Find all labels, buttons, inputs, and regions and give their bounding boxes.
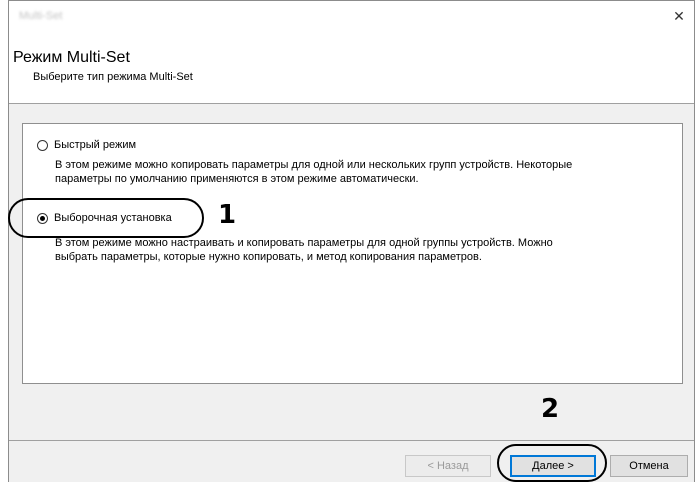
option-quick-mode-description: В этом режиме можно копировать параметры… bbox=[55, 158, 675, 186]
callout-number-2: 2 bbox=[541, 394, 560, 424]
page-subtitle: Выберите тип режима Multi-Set bbox=[33, 71, 193, 83]
description-line: В этом режиме можно копировать параметры… bbox=[55, 159, 573, 171]
close-button[interactable]: ✕ bbox=[664, 1, 694, 31]
option-quick-mode[interactable]: Быстрый режим bbox=[37, 139, 136, 151]
window-title: Multi-Set bbox=[19, 10, 63, 22]
multi-set-dialog: Multi-Set ✕ Режим Multi-Set Выберите тип… bbox=[8, 0, 695, 482]
callout-number-1: 1 bbox=[218, 200, 237, 230]
back-button[interactable]: < Назад bbox=[405, 455, 491, 477]
title-bar: Multi-Set ✕ bbox=[9, 1, 694, 33]
description-line: выбрать параметры, которые нужно копиров… bbox=[55, 251, 482, 263]
mode-options-group: Быстрый режим В этом режиме можно копиро… bbox=[22, 123, 683, 384]
description-line: В этом режиме можно настраивать и копиро… bbox=[55, 237, 553, 249]
page-title: Режим Multi-Set bbox=[13, 49, 130, 66]
cancel-button[interactable]: Отмена bbox=[610, 455, 688, 477]
description-line: параметры по умолчанию применяются в это… bbox=[55, 173, 419, 185]
option-quick-mode-label: Быстрый режим bbox=[54, 139, 137, 151]
close-icon: ✕ bbox=[673, 7, 685, 24]
next-button[interactable]: Далее > bbox=[510, 455, 596, 477]
button-bar: < Назад Далее > Отмена bbox=[9, 440, 694, 482]
option-custom-setup[interactable]: Выборочная установка bbox=[37, 212, 172, 224]
radio-custom-setup[interactable] bbox=[37, 212, 48, 224]
radio-quick-mode[interactable] bbox=[37, 139, 48, 151]
header-panel: Режим Multi-Set Выберите тип режима Mult… bbox=[9, 39, 694, 104]
body-panel: Быстрый режим В этом режиме можно копиро… bbox=[9, 104, 694, 440]
option-custom-setup-description: В этом режиме можно настраивать и копиро… bbox=[55, 236, 675, 264]
option-custom-setup-label: Выборочная установка bbox=[54, 212, 172, 224]
